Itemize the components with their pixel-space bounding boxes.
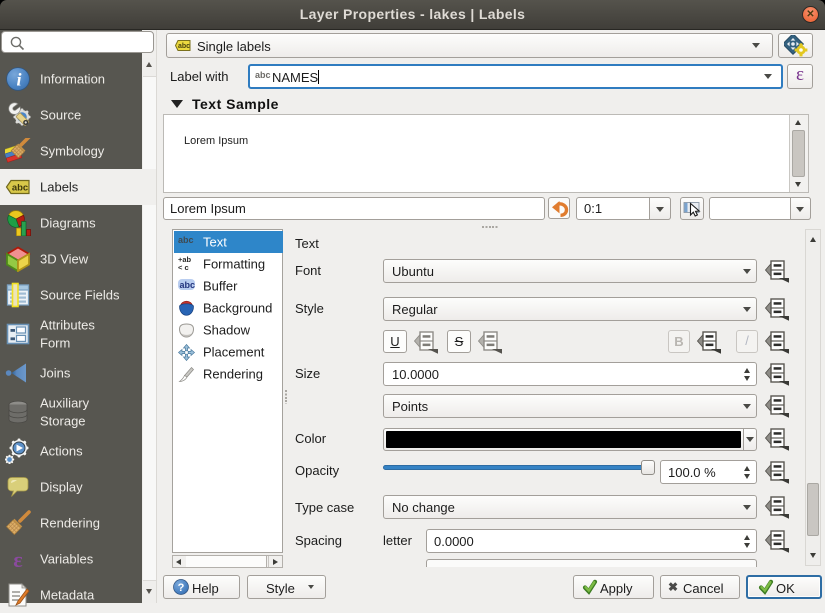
svg-text:?: ? bbox=[178, 582, 185, 594]
svg-text:abc: abc bbox=[12, 183, 28, 194]
svg-text:ε: ε bbox=[13, 547, 22, 572]
svg-text:abc: abc bbox=[178, 43, 190, 50]
svg-text:i: i bbox=[16, 70, 21, 90]
